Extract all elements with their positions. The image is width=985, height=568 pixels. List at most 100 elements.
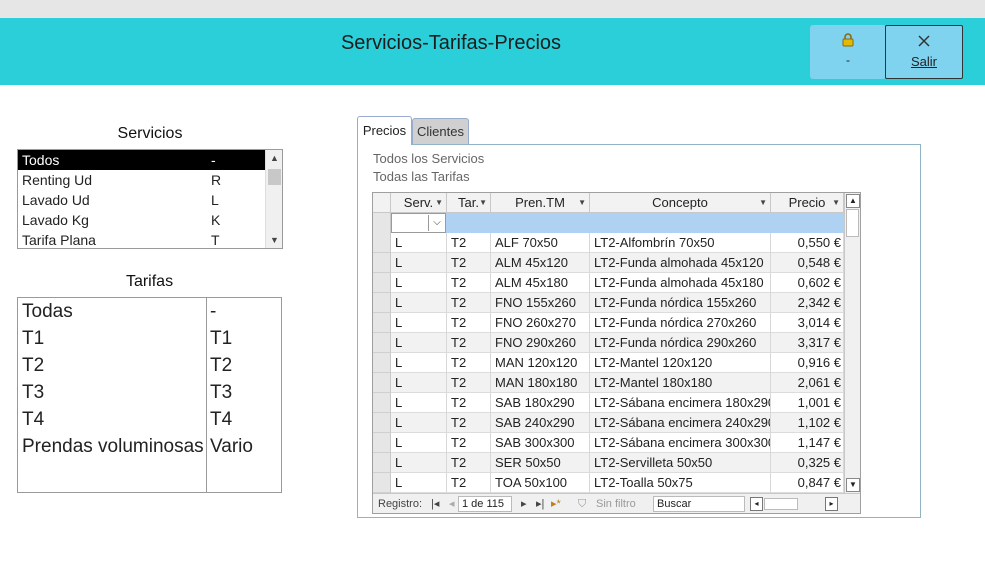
- cell-precio[interactable]: 0,602 €: [771, 273, 844, 293]
- row-selector[interactable]: [373, 333, 391, 353]
- cell-concepto[interactable]: LT2-Alfombrín 70x50: [590, 233, 771, 253]
- cell-serv[interactable]: L: [391, 473, 447, 493]
- row-selector[interactable]: [373, 373, 391, 393]
- cell-concepto[interactable]: LT2-Mantel 180x180: [590, 373, 771, 393]
- select-all-corner[interactable]: [373, 193, 391, 213]
- cell-serv[interactable]: L: [391, 433, 447, 453]
- cell-precio[interactable]: 2,342 €: [771, 293, 844, 313]
- filter-status[interactable]: Sin filtro: [596, 494, 636, 513]
- cell-serv[interactable]: L: [391, 453, 447, 473]
- next-record-icon[interactable]: ▸: [521, 494, 527, 513]
- tarifa-item-todas[interactable]: Todas -: [18, 298, 281, 325]
- chevron-down-icon[interactable]: ▼: [266, 232, 282, 248]
- cell-tar[interactable]: T2: [447, 393, 491, 413]
- cell-pren-tm[interactable]: FNO 155x260: [491, 293, 590, 313]
- table-row[interactable]: L T2 SAB 300x300 LT2-Sábana encimera 300x30…: [391, 433, 844, 453]
- column-header-pren-tm[interactable]: Pren.TM ▼: [491, 193, 590, 213]
- cell-pren-tm[interactable]: FNO 290x260: [491, 333, 590, 353]
- dropdown-arrow-icon[interactable]: ▼: [578, 193, 586, 213]
- cell-serv[interactable]: L: [391, 313, 447, 333]
- previous-record-icon[interactable]: ◂: [449, 494, 455, 513]
- cell-concepto[interactable]: LT2-Funda nórdica 270x260: [590, 313, 771, 333]
- tab-precios[interactable]: Precios: [357, 116, 412, 145]
- precios-datasheet[interactable]: Serv. ▼ Tar. ▼ Pren.TM ▼ Concepto ▼ Precio ▼ …: [372, 192, 861, 514]
- table-row[interactable]: L T2 ALM 45x180 LT2-Funda almohada 45x180 0,…: [391, 273, 844, 293]
- cell-pren-tm[interactable]: SER 50x50: [491, 453, 590, 473]
- table-row[interactable]: L T2 SAB 180x290 LT2-Sábana encimera 180x29…: [391, 393, 844, 413]
- scroll-thumb[interactable]: [268, 169, 281, 185]
- exit-button[interactable]: Salir: [885, 25, 963, 79]
- cell-precio[interactable]: 3,317 €: [771, 333, 844, 353]
- tab-clientes[interactable]: Clientes: [412, 118, 469, 144]
- cell-pren-tm[interactable]: MAN 120x120: [491, 353, 590, 373]
- row-selector[interactable]: [373, 233, 391, 253]
- servicio-item-renting-ud[interactable]: Renting Ud R: [18, 170, 282, 190]
- horizontal-scroll-thumb[interactable]: [764, 498, 798, 510]
- chevron-down-icon[interactable]: ⌵: [428, 215, 445, 231]
- cell-tar[interactable]: T2: [447, 353, 491, 373]
- servicios-scrollbar[interactable]: ▲ ▼: [265, 150, 282, 248]
- servicio-item-todos[interactable]: Todos -: [18, 150, 282, 170]
- cell-concepto[interactable]: LT2-Funda nórdica 155x260: [590, 293, 771, 313]
- table-row[interactable]: L T2 MAN 120x120 LT2-Mantel 120x120 0,916 €: [391, 353, 844, 373]
- cell-precio[interactable]: 3,014 €: [771, 313, 844, 333]
- search-input[interactable]: Buscar: [653, 496, 745, 512]
- tarifa-item-prendas-voluminosas[interactable]: Prendas voluminosas Vario: [18, 433, 281, 460]
- new-record-icon[interactable]: ▸*: [551, 494, 561, 513]
- new-record-row[interactable]: ⌵: [391, 213, 844, 233]
- servicios-listbox[interactable]: Todos - Renting Ud R Lavado Ud L Lavado …: [17, 149, 283, 249]
- cell-pren-tm[interactable]: SAB 300x300: [491, 433, 590, 453]
- cell-pren-tm[interactable]: ALM 45x180: [491, 273, 590, 293]
- cell-concepto[interactable]: LT2-Sábana encimera 180x290: [590, 393, 771, 413]
- cell-tar[interactable]: T2: [447, 293, 491, 313]
- current-record-input[interactable]: 1 de 115: [458, 496, 512, 512]
- cell-precio[interactable]: 1,147 €: [771, 433, 844, 453]
- scroll-up-icon[interactable]: ▲: [846, 194, 860, 208]
- tarifa-item-t3[interactable]: T3 T3: [18, 379, 281, 406]
- row-selector[interactable]: [373, 413, 391, 433]
- cell-tar[interactable]: T2: [447, 473, 491, 493]
- dropdown-arrow-icon[interactable]: ▼: [832, 193, 840, 213]
- cell-precio[interactable]: 1,001 €: [771, 393, 844, 413]
- cell-serv[interactable]: L: [391, 333, 447, 353]
- cell-tar[interactable]: T2: [447, 333, 491, 353]
- cell-concepto[interactable]: LT2-Toalla 50x75: [590, 473, 771, 493]
- cell-precio[interactable]: 0,325 €: [771, 453, 844, 473]
- tarifa-item-t4[interactable]: T4 T4: [18, 406, 281, 433]
- cell-pren-tm[interactable]: MAN 180x180: [491, 373, 590, 393]
- last-record-icon[interactable]: ▸|: [536, 494, 544, 513]
- cell-precio[interactable]: 0,847 €: [771, 473, 844, 493]
- cell-serv[interactable]: L: [391, 353, 447, 373]
- table-row[interactable]: L T2 SAB 240x290 LT2-Sábana encimera 240x29…: [391, 413, 844, 433]
- tarifas-listbox[interactable]: Todas - T1 T1 T2 T2 T3 T3 T4 T4 Prendas …: [17, 297, 282, 493]
- dropdown-arrow-icon[interactable]: ▼: [759, 193, 767, 213]
- row-selector[interactable]: [373, 313, 391, 333]
- cell-tar[interactable]: T2: [447, 273, 491, 293]
- cell-pren-tm[interactable]: ALM 45x120: [491, 253, 590, 273]
- scroll-left-icon[interactable]: ◂: [750, 497, 763, 511]
- first-record-icon[interactable]: |◂: [431, 494, 439, 513]
- row-selector[interactable]: [373, 473, 391, 493]
- table-row[interactable]: L T2 TOA 50x100 LT2-Toalla 50x75 0,847 €: [391, 473, 844, 493]
- cell-pren-tm[interactable]: TOA 50x100: [491, 473, 590, 493]
- cell-tar[interactable]: T2: [447, 233, 491, 253]
- cell-concepto[interactable]: LT2-Sábana encimera 240x290: [590, 413, 771, 433]
- table-row[interactable]: L T2 FNO 290x260 LT2-Funda nórdica 290x260 3…: [391, 333, 844, 353]
- tarifa-item-t2[interactable]: T2 T2: [18, 352, 281, 379]
- cell-serv[interactable]: L: [391, 293, 447, 313]
- dropdown-arrow-icon[interactable]: ▼: [479, 193, 487, 213]
- cell-tar[interactable]: T2: [447, 453, 491, 473]
- cell-concepto[interactable]: LT2-Funda nórdica 290x260: [590, 333, 771, 353]
- table-row[interactable]: L T2 MAN 180x180 LT2-Mantel 180x180 2,061 €: [391, 373, 844, 393]
- row-selector[interactable]: [373, 393, 391, 413]
- row-selector[interactable]: [373, 213, 391, 233]
- cell-tar[interactable]: T2: [447, 433, 491, 453]
- cell-precio[interactable]: 0,916 €: [771, 353, 844, 373]
- servicio-item-tarifa-plana[interactable]: Tarifa Plana T: [18, 230, 282, 248]
- serv-combo-input[interactable]: ⌵: [391, 213, 446, 233]
- table-row[interactable]: L T2 SER 50x50 LT2-Servilleta 50x50 0,325 €: [391, 453, 844, 473]
- table-row[interactable]: L T2 FNO 260x270 LT2-Funda nórdica 270x260 3…: [391, 313, 844, 333]
- table-row[interactable]: L T2 FNO 155x260 LT2-Funda nórdica 155x260 2…: [391, 293, 844, 313]
- cell-serv[interactable]: L: [391, 273, 447, 293]
- cell-tar[interactable]: T2: [447, 373, 491, 393]
